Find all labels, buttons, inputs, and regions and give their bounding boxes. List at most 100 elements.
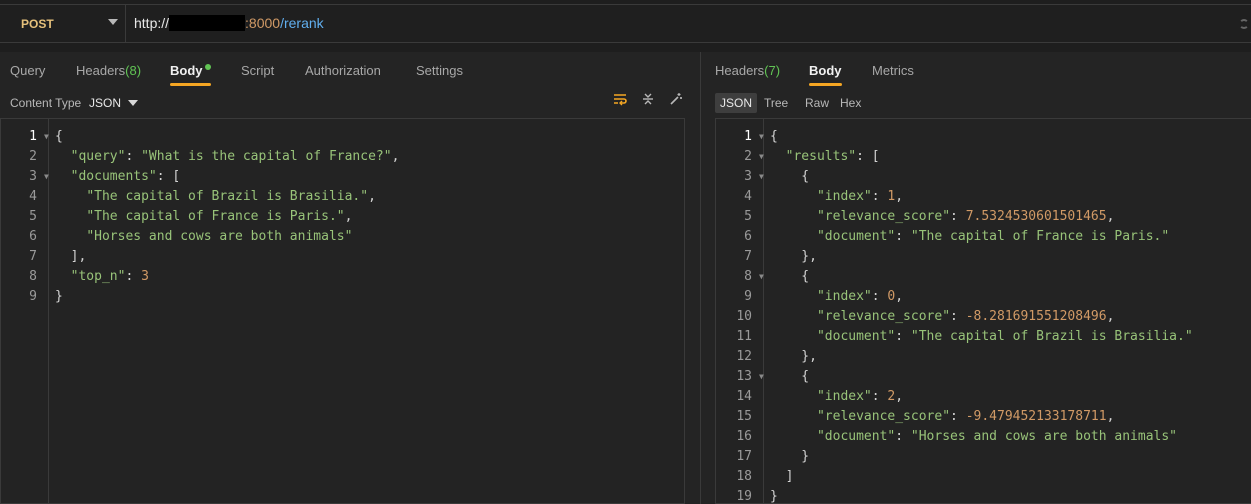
fold-toggle-icon[interactable]: ▼ xyxy=(44,167,49,187)
line-number: 5 xyxy=(744,209,752,224)
code-line: 9 "index": 0, xyxy=(716,287,1251,307)
code-text: "The capital of France is Paris.", xyxy=(86,209,353,224)
tab-authorization[interactable]: Authorization xyxy=(305,63,381,78)
code-text: "top_n": 3 xyxy=(70,269,149,284)
tab-response-body[interactable]: Body xyxy=(809,63,842,78)
method-label: POST xyxy=(21,16,54,31)
view-tab-hex[interactable]: Hex xyxy=(835,93,866,113)
body-toolbar: Content Type JSON xyxy=(0,90,700,114)
code-line: 6 "document": "The capital of France is … xyxy=(716,227,1251,247)
line-number: 6 xyxy=(29,229,37,244)
code-line: 4 "The capital of Brazil is Brasilia.", xyxy=(1,187,684,207)
code-text: "relevance_score": -9.479452133178711, xyxy=(816,409,1115,424)
fold-toggle-icon[interactable]: ▼ xyxy=(759,147,764,167)
line-number: 7 xyxy=(744,249,752,264)
line-number: 11 xyxy=(736,329,752,344)
tab-body[interactable]: Body xyxy=(170,63,211,78)
tab-headers-label: Headers xyxy=(76,63,126,78)
code-line: 8 "top_n": 3 xyxy=(1,267,684,287)
code-line: 8 ▼ { xyxy=(716,267,1251,287)
code-text: } xyxy=(55,289,63,304)
line-number: 17 xyxy=(736,449,752,464)
line-number: 2 xyxy=(744,149,752,164)
request-body-editor[interactable]: 1 ▼ {2 "query": "What is the capital of Fr… xyxy=(0,118,685,504)
request-url-box: POST http:// :8000 /rerank xyxy=(0,4,1251,43)
response-body-viewer[interactable]: 1 ▼{2 ▼ "results": [3 ▼ {4 "index": 1, 5 "re… xyxy=(715,118,1251,504)
line-number: 8 xyxy=(744,269,752,284)
view-tab-tree[interactable]: Tree xyxy=(759,93,793,113)
headers-count-badge: (8) xyxy=(125,63,142,78)
url-path: /rerank xyxy=(280,15,324,31)
fold-toggle-icon[interactable]: ▼ xyxy=(759,167,764,187)
active-tab-indicator xyxy=(170,83,211,86)
code-line: 2 "query": "What is the capital of Franc… xyxy=(1,147,684,167)
code-text: "Horses and cows are both animals" xyxy=(86,229,353,244)
code-line: 2 ▼ "results": [ xyxy=(716,147,1251,167)
code-text: } xyxy=(770,449,810,464)
fold-toggle-icon[interactable]: ▼ xyxy=(759,127,764,147)
code-text: { xyxy=(55,129,63,144)
line-number: 7 xyxy=(29,249,37,264)
view-tab-json[interactable]: JSON xyxy=(715,93,758,113)
request-pane: Query Headers(8) Body Script Authorizati… xyxy=(0,52,700,504)
url-scheme: http:// xyxy=(134,15,170,31)
fold-toggle-icon[interactable]: ▼ xyxy=(44,127,49,147)
code-line: 18 ] xyxy=(716,467,1251,487)
tab-query[interactable]: Query xyxy=(10,63,45,78)
line-number: 9 xyxy=(29,289,37,304)
tab-metrics[interactable]: Metrics xyxy=(872,63,914,78)
code-text: "document": "The capital of France is Pa… xyxy=(816,229,1170,244)
content-type-select[interactable]: JSON xyxy=(89,96,121,110)
line-number: 14 xyxy=(736,389,752,404)
code-text: "documents": [ xyxy=(70,169,181,184)
line-number: 12 xyxy=(736,349,752,364)
chevron-down-icon[interactable] xyxy=(128,100,138,106)
url-input[interactable]: http:// :8000 /rerank xyxy=(134,15,324,31)
code-line: 4 "index": 1, xyxy=(716,187,1251,207)
code-line: 11 "document": "The capital of Brazil is… xyxy=(716,327,1251,347)
view-tab-raw[interactable]: Raw xyxy=(800,93,834,113)
tab-script[interactable]: Script xyxy=(241,63,274,78)
wrap-lines-icon[interactable] xyxy=(611,92,629,110)
tab-response-headers-label: Headers xyxy=(715,63,765,78)
fold-toggle-icon[interactable]: ▼ xyxy=(759,267,764,287)
code-text: "index": 2, xyxy=(816,389,904,404)
line-number: 3 xyxy=(744,169,752,184)
code-line: 14 "index": 2, xyxy=(716,387,1251,407)
code-text: "index": 1, xyxy=(816,189,904,204)
collapse-icon[interactable] xyxy=(639,92,657,110)
code-text: ] xyxy=(770,469,794,484)
connection-icon xyxy=(1239,19,1249,29)
code-line: 17 } xyxy=(716,447,1251,467)
chevron-down-icon xyxy=(108,19,118,25)
code-text: { xyxy=(770,169,810,184)
code-line: 1 ▼ { xyxy=(1,127,684,147)
code-line: 9} xyxy=(1,287,684,307)
response-headers-count-badge: (7) xyxy=(764,63,781,78)
code-text: "query": "What is the capital of France?… xyxy=(70,149,400,164)
code-text: }, xyxy=(770,349,817,364)
code-line: 15 "relevance_score": -9.479452133178711… xyxy=(716,407,1251,427)
code-text: "relevance_score": 7.5324530601501465, xyxy=(816,209,1115,224)
content-type-label: Content Type xyxy=(10,96,82,110)
code-text: "document": "The capital of Brazil is Br… xyxy=(816,329,1193,344)
line-number: 16 xyxy=(736,429,752,444)
response-pane: Headers(7) Body Metrics JSON Tree Raw He… xyxy=(701,52,1251,504)
beautify-wand-icon[interactable] xyxy=(667,92,685,110)
tab-headers[interactable]: Headers(8) xyxy=(76,63,141,78)
code-line: 3 ▼ { xyxy=(716,167,1251,187)
line-number: 1 xyxy=(744,129,752,144)
response-tabs: Headers(7) Body Metrics xyxy=(701,52,1251,88)
line-number: 2 xyxy=(29,149,37,164)
line-number: 8 xyxy=(29,269,37,284)
tab-response-headers[interactable]: Headers(7) xyxy=(715,63,780,78)
code-text: "The capital of Brazil is Brasilia.", xyxy=(86,189,376,204)
tab-settings[interactable]: Settings xyxy=(416,63,463,78)
tab-body-label: Body xyxy=(170,63,203,78)
method-select[interactable]: POST xyxy=(0,5,126,42)
fold-toggle-icon[interactable]: ▼ xyxy=(759,367,764,387)
request-tabs: Query Headers(8) Body Script Authorizati… xyxy=(0,52,700,88)
modified-dot-icon xyxy=(204,64,211,70)
code-line: 3 ▼ "documents": [ xyxy=(1,167,684,187)
code-line: 12 }, xyxy=(716,347,1251,367)
